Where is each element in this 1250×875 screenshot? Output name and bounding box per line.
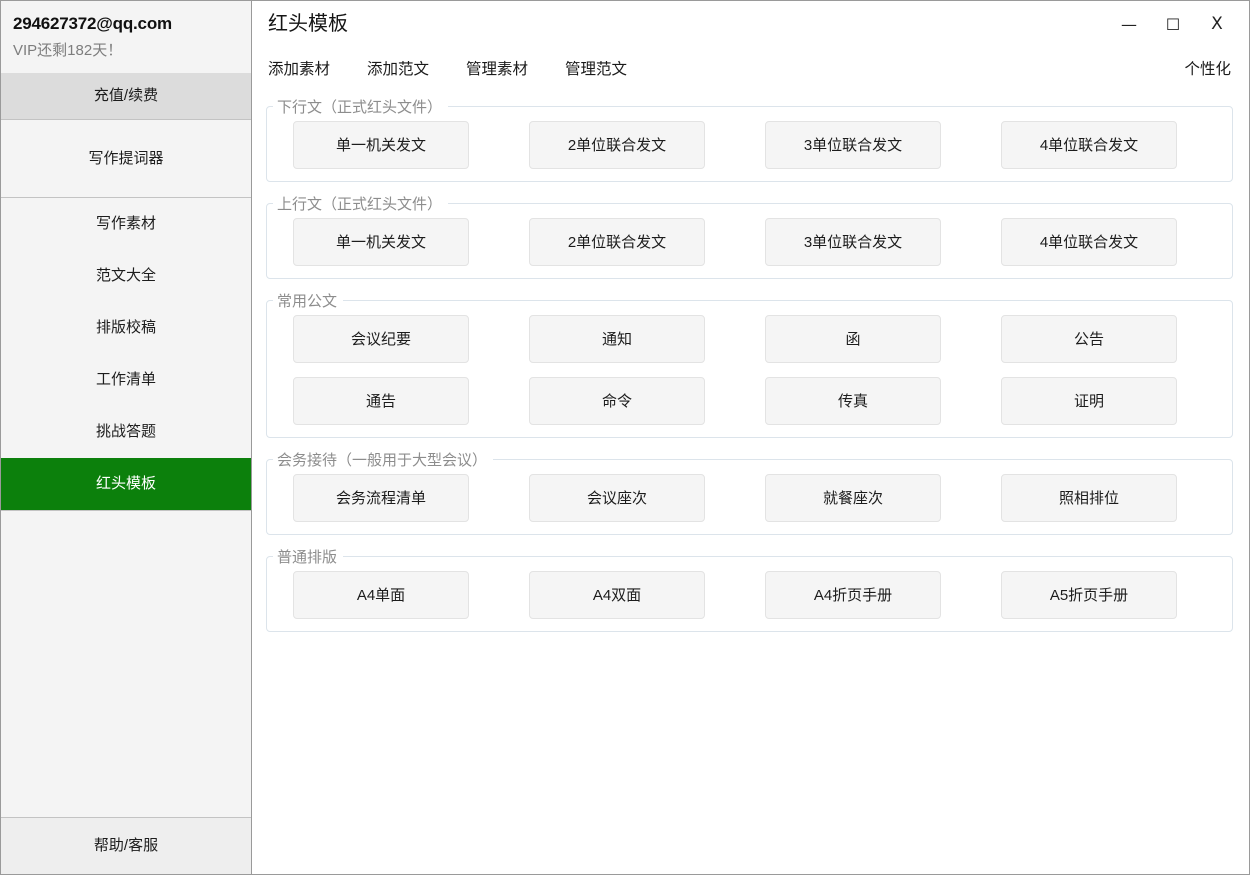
menu-item-manage-essay[interactable]: 管理范文 <box>565 47 627 93</box>
sidebar-nav-list: 写作素材 范文大全 排版校稿 工作清单 挑战答题 红头模板 <box>1 198 251 511</box>
page-title: 红头模板 <box>268 13 348 35</box>
menu-item-add-material[interactable]: 添加素材 <box>268 47 330 93</box>
sidebar-group-prompter: 写作提词器 <box>1 119 251 198</box>
window-controls: — ☐ X <box>1107 1 1239 47</box>
button-row: A4单面 A4双面 A4折页手册 A5折页手册 <box>267 571 1232 619</box>
section-legend: 普通排版 <box>277 549 338 566</box>
menu-item-manage-material[interactable]: 管理素材 <box>466 47 528 93</box>
template-button-single-agency[interactable]: 单一机关发文 <box>293 218 469 266</box>
template-button-a4-single-sided[interactable]: A4单面 <box>293 571 469 619</box>
main-panel: 红头模板 — ☐ X 添加素材 添加范文 管理素材 管理范文 个性化 下行文（正… <box>252 1 1249 874</box>
template-button-announcement[interactable]: 公告 <box>1001 315 1177 363</box>
template-button-3-unit-joint[interactable]: 3单位联合发文 <box>765 218 941 266</box>
button-row: 会议纪要 通知 函 公告 <box>267 315 1232 363</box>
template-button-4-unit-joint[interactable]: 4单位联合发文 <box>1001 218 1177 266</box>
application-window: 294627372@qq.com VIP还剩182天！ 充值/续费 写作提词器 … <box>0 0 1250 875</box>
sidebar-item-challenge-quiz[interactable]: 挑战答题 <box>1 406 251 458</box>
sidebar: 294627372@qq.com VIP还剩182天！ 充值/续费 写作提词器 … <box>1 1 252 874</box>
sidebar-item-help-support[interactable]: 帮助/客服 <box>1 817 251 874</box>
template-button-dining-seating[interactable]: 就餐座次 <box>765 474 941 522</box>
template-button-3-unit-joint[interactable]: 3单位联合发文 <box>765 121 941 169</box>
template-button-fax[interactable]: 传真 <box>765 377 941 425</box>
sidebar-item-model-essays[interactable]: 范文大全 <box>1 250 251 302</box>
account-block: 294627372@qq.com VIP还剩182天！ <box>1 1 251 73</box>
button-row: 单一机关发文 2单位联合发文 3单位联合发文 4单位联合发文 <box>267 121 1232 169</box>
template-button-a4-double-sided[interactable]: A4双面 <box>529 571 705 619</box>
template-button-2-unit-joint[interactable]: 2单位联合发文 <box>529 121 705 169</box>
template-button-certificate[interactable]: 证明 <box>1001 377 1177 425</box>
sidebar-item-work-checklist[interactable]: 工作清单 <box>1 354 251 406</box>
menubar: 添加素材 添加范文 管理素材 管理范文 个性化 <box>252 47 1249 93</box>
menu-item-personalize[interactable]: 个性化 <box>1184 47 1231 93</box>
sidebar-item-recharge[interactable]: 充值/续费 <box>1 73 251 119</box>
template-button-photo-arrangement[interactable]: 照相排位 <box>1001 474 1177 522</box>
template-button-conference-process-list[interactable]: 会务流程清单 <box>293 474 469 522</box>
maximize-icon[interactable]: ☐ <box>1151 4 1195 44</box>
menu-item-add-essay[interactable]: 添加范文 <box>367 47 429 93</box>
section-legend: 上行文（正式红头文件） <box>277 196 443 213</box>
account-email: 294627372@qq.com <box>13 14 172 33</box>
template-button-2-unit-joint[interactable]: 2单位联合发文 <box>529 218 705 266</box>
template-button-a5-folded-booklet[interactable]: A5折页手册 <box>1001 571 1177 619</box>
section-legend: 常用公文 <box>277 293 338 310</box>
section-conference-reception: 会务接待（一般用于大型会议） 会务流程清单 会议座次 就餐座次 照相排位 <box>266 449 1233 535</box>
sidebar-item-writing-materials[interactable]: 写作素材 <box>1 198 251 250</box>
template-button-a4-folded-booklet[interactable]: A4折页手册 <box>765 571 941 619</box>
button-row: 通告 命令 传真 证明 <box>267 377 1232 425</box>
sidebar-item-typesetting-proofread[interactable]: 排版校稿 <box>1 302 251 354</box>
close-icon[interactable]: X <box>1195 4 1239 44</box>
template-button-order[interactable]: 命令 <box>529 377 705 425</box>
template-button-meeting-seating[interactable]: 会议座次 <box>529 474 705 522</box>
template-button-letter[interactable]: 函 <box>765 315 941 363</box>
template-button-notice[interactable]: 通知 <box>529 315 705 363</box>
section-common-documents: 常用公文 会议纪要 通知 函 公告 通告 命令 传真 证明 <box>266 290 1233 438</box>
template-button-single-agency[interactable]: 单一机关发文 <box>293 121 469 169</box>
sidebar-item-prompter[interactable]: 写作提词器 <box>1 120 251 197</box>
section-legend: 下行文（正式红头文件） <box>277 99 443 116</box>
template-sections: 下行文（正式红头文件） 单一机关发文 2单位联合发文 3单位联合发文 4单位联合… <box>252 93 1249 632</box>
button-row: 单一机关发文 2单位联合发文 3单位联合发文 4单位联合发文 <box>267 218 1232 266</box>
section-normal-layout: 普通排版 A4单面 A4双面 A4折页手册 A5折页手册 <box>266 546 1233 632</box>
template-button-public-notice[interactable]: 通告 <box>293 377 469 425</box>
section-legend: 会务接待（一般用于大型会议） <box>277 452 488 469</box>
vip-status-text: VIP还剩182天！ <box>13 42 123 59</box>
template-button-meeting-minutes[interactable]: 会议纪要 <box>293 315 469 363</box>
section-upward-document: 上行文（正式红头文件） 单一机关发文 2单位联合发文 3单位联合发文 4单位联合… <box>266 193 1233 279</box>
titlebar: 红头模板 — ☐ X <box>252 1 1249 47</box>
template-button-4-unit-joint[interactable]: 4单位联合发文 <box>1001 121 1177 169</box>
sidebar-item-red-header-template[interactable]: 红头模板 <box>1 458 251 510</box>
button-row: 会务流程清单 会议座次 就餐座次 照相排位 <box>267 474 1232 522</box>
section-downward-document: 下行文（正式红头文件） 单一机关发文 2单位联合发文 3单位联合发文 4单位联合… <box>266 96 1233 182</box>
minimize-icon[interactable]: — <box>1107 4 1151 44</box>
